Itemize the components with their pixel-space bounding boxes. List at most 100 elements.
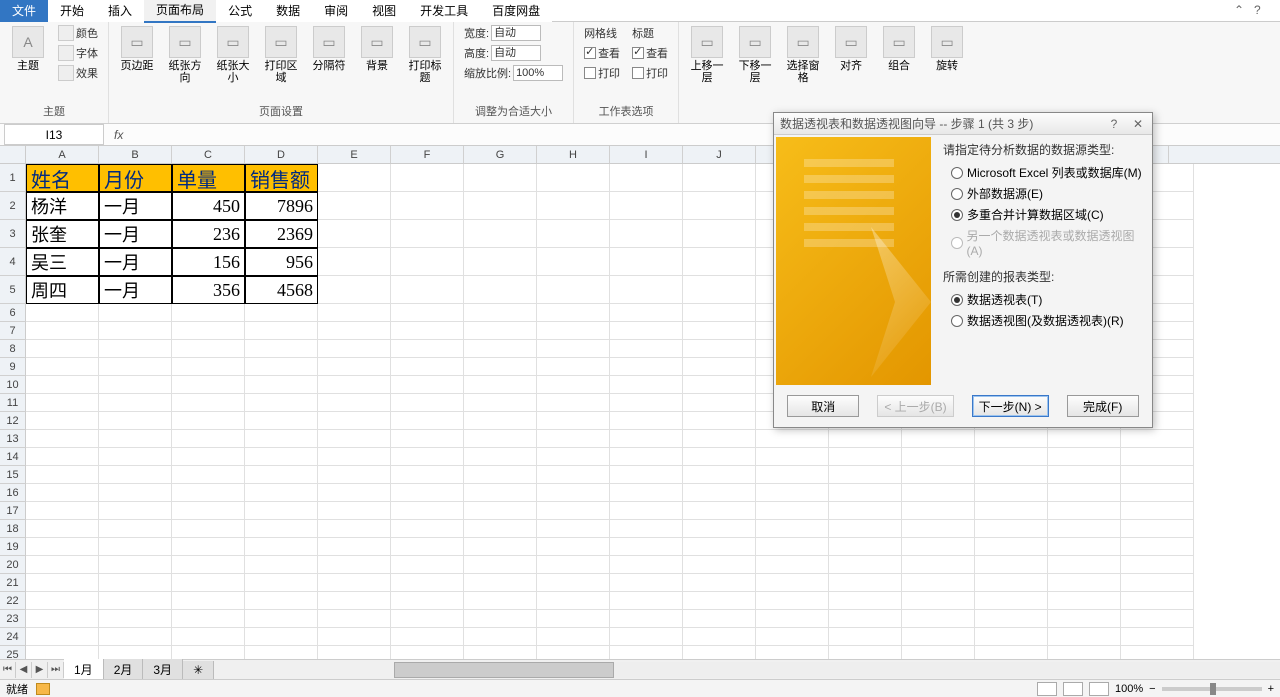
cell[interactable] [391, 248, 464, 276]
view-normal[interactable] [1037, 682, 1057, 696]
cell[interactable] [537, 164, 610, 192]
view-layout[interactable] [1063, 682, 1083, 696]
cell[interactable] [318, 304, 391, 322]
cell[interactable] [464, 628, 537, 646]
cell[interactable] [537, 248, 610, 276]
selection-pane-button[interactable]: ▭选择窗格 [781, 24, 825, 86]
cell[interactable] [391, 484, 464, 502]
view-pagebreak[interactable] [1089, 682, 1109, 696]
cell[interactable] [975, 448, 1048, 466]
dialog-help[interactable]: ? [1106, 117, 1122, 131]
cell[interactable] [245, 592, 318, 610]
cell[interactable] [391, 502, 464, 520]
cell[interactable] [26, 376, 99, 394]
tab-data[interactable]: 数据 [264, 0, 312, 22]
print-area-button[interactable]: ▭打印区域 [259, 24, 303, 86]
cell[interactable] [1121, 538, 1194, 556]
cell[interactable] [537, 276, 610, 304]
cell[interactable] [391, 394, 464, 412]
cell[interactable] [537, 220, 610, 248]
cell[interactable] [610, 192, 683, 220]
cell[interactable] [537, 610, 610, 628]
cell[interactable] [318, 628, 391, 646]
themes-button[interactable]: A主题 [6, 24, 50, 74]
cell[interactable] [683, 484, 756, 502]
cell[interactable] [975, 610, 1048, 628]
sheet-nav-first[interactable]: ⏮ [0, 662, 16, 678]
row-header[interactable]: 9 [0, 358, 26, 376]
col-header-H[interactable]: H [537, 146, 610, 163]
cell[interactable] [464, 430, 537, 448]
cell[interactable] [610, 430, 683, 448]
cell[interactable] [318, 376, 391, 394]
cell[interactable] [829, 448, 902, 466]
cell[interactable] [610, 322, 683, 340]
cell[interactable] [829, 520, 902, 538]
cell[interactable] [245, 466, 318, 484]
cell[interactable] [829, 610, 902, 628]
cell[interactable] [464, 192, 537, 220]
cell[interactable] [99, 304, 172, 322]
cell[interactable] [391, 592, 464, 610]
cell[interactable]: 4568 [245, 276, 318, 304]
cell[interactable] [610, 502, 683, 520]
name-box[interactable]: I13 [4, 124, 104, 145]
cell[interactable] [683, 412, 756, 430]
cell[interactable] [26, 520, 99, 538]
breaks-button[interactable]: ▭分隔符 [307, 24, 351, 74]
cell[interactable]: 156 [172, 248, 245, 276]
cell[interactable] [902, 448, 975, 466]
row-header[interactable]: 22 [0, 592, 26, 610]
cell[interactable] [391, 358, 464, 376]
cell[interactable] [172, 358, 245, 376]
cell[interactable] [683, 276, 756, 304]
cell[interactable] [610, 520, 683, 538]
cell[interactable] [537, 412, 610, 430]
cell[interactable] [99, 340, 172, 358]
cell[interactable] [756, 592, 829, 610]
cell[interactable] [26, 466, 99, 484]
cell[interactable] [99, 376, 172, 394]
tab-dev[interactable]: 开发工具 [408, 0, 480, 22]
cell[interactable] [318, 592, 391, 610]
cell[interactable] [172, 484, 245, 502]
cell[interactable] [610, 538, 683, 556]
cell[interactable] [610, 376, 683, 394]
row-header[interactable]: 12 [0, 412, 26, 430]
cell[interactable] [1048, 628, 1121, 646]
group-button[interactable]: ▭组合 [877, 24, 921, 74]
cell[interactable] [26, 304, 99, 322]
cell[interactable] [318, 538, 391, 556]
cell[interactable] [391, 276, 464, 304]
cell[interactable] [975, 484, 1048, 502]
cell[interactable] [318, 484, 391, 502]
sheet-nav-last[interactable]: ⏭ [48, 662, 64, 678]
cell[interactable] [172, 448, 245, 466]
cell[interactable] [756, 520, 829, 538]
cell[interactable]: 单量 [172, 164, 245, 192]
head-view-chk[interactable] [632, 47, 644, 59]
sheet-nav-next[interactable]: ▶ [32, 662, 48, 678]
cell[interactable] [99, 394, 172, 412]
cell[interactable] [391, 430, 464, 448]
cell[interactable] [391, 574, 464, 592]
tab-insert[interactable]: 插入 [96, 0, 144, 22]
minimize-ribbon-icon[interactable]: ⌃ [1234, 3, 1250, 19]
cell[interactable] [537, 340, 610, 358]
sheet-tab-2[interactable]: 2月 [104, 659, 144, 680]
cell[interactable] [464, 484, 537, 502]
cell[interactable] [537, 592, 610, 610]
cell[interactable] [610, 628, 683, 646]
sheet-nav-prev[interactable]: ◀ [16, 662, 32, 678]
cell[interactable] [683, 610, 756, 628]
cell[interactable] [610, 484, 683, 502]
grid-print-chk[interactable] [584, 67, 596, 79]
cell[interactable] [683, 394, 756, 412]
cell[interactable] [610, 556, 683, 574]
cell[interactable] [683, 340, 756, 358]
cell[interactable] [829, 466, 902, 484]
radio-pivot-table[interactable] [951, 294, 963, 306]
cell[interactable] [318, 556, 391, 574]
cell[interactable] [537, 628, 610, 646]
cell[interactable] [391, 412, 464, 430]
